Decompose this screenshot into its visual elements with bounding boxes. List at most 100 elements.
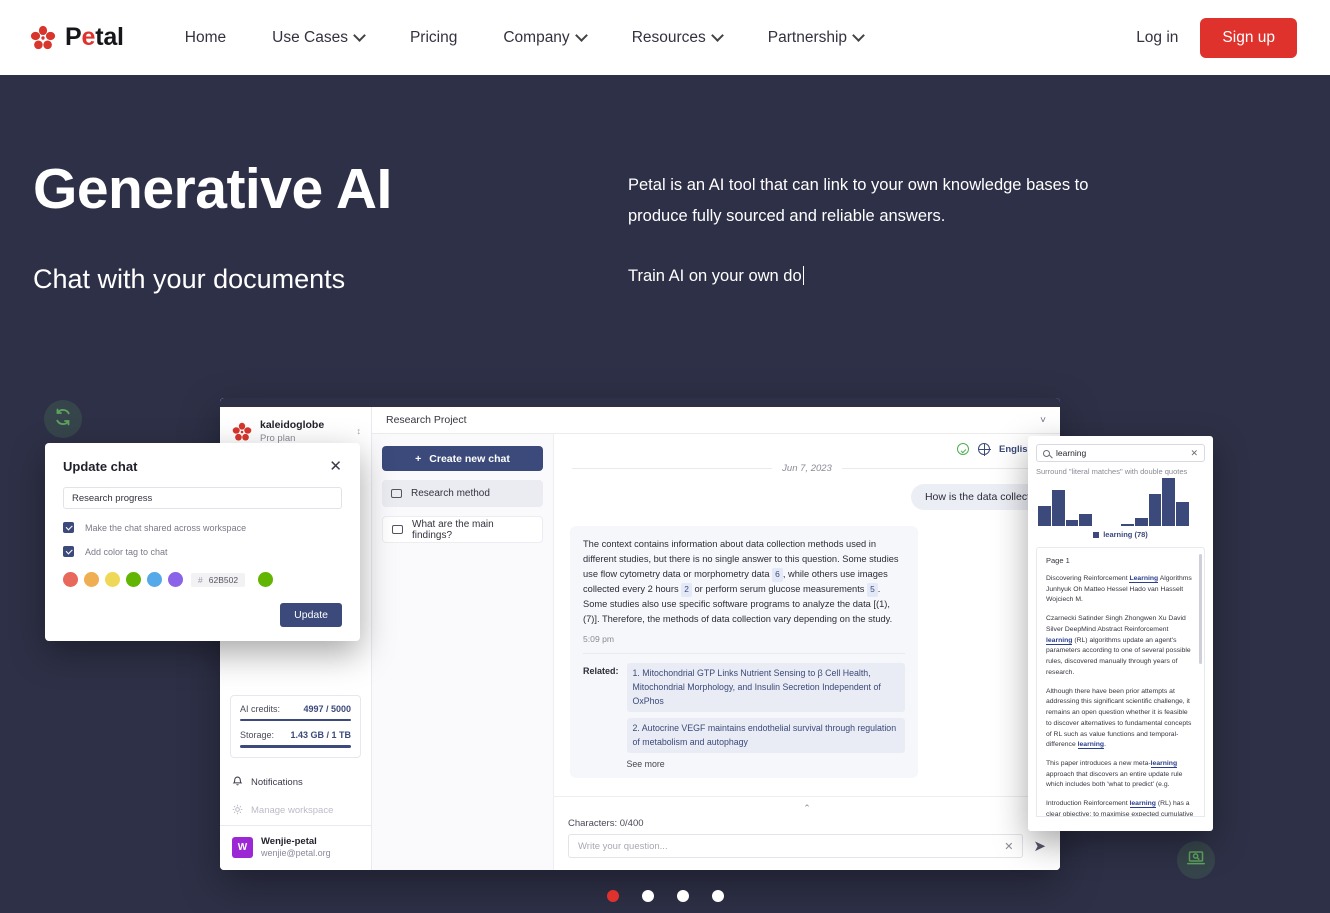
citation-2[interactable]: 2: [681, 583, 692, 597]
nav-item-use-cases[interactable]: Use Cases: [249, 21, 387, 55]
highlight-match: learning: [1046, 636, 1073, 645]
brand-e: e: [81, 23, 96, 51]
assistant-bubble: The context contains information about d…: [570, 526, 918, 779]
carousel-dot-1[interactable]: [606, 890, 619, 902]
app-body: + Create new chat Research method What a…: [372, 434, 1060, 870]
sidebar-item-manage-workspace[interactable]: Manage workspace: [220, 797, 371, 825]
question-input-placeholder: Write your question...: [578, 840, 668, 852]
chat-item-label: What are the main findings?: [412, 518, 494, 541]
hero-section: Generative AI Chat with your documents P…: [0, 75, 1330, 295]
see-more-link[interactable]: See more: [627, 759, 905, 769]
chat-bubble-icon: [391, 489, 402, 498]
close-icon[interactable]: ✕: [329, 459, 342, 474]
search-hint: Surround "literal matches" with double q…: [1036, 467, 1188, 476]
legend-swatch: [1093, 531, 1100, 538]
color-swatch-red[interactable]: [63, 572, 78, 587]
update-chat-dialog: Update chat ✕ Research progress Make the…: [45, 443, 360, 641]
project-bar[interactable]: Research Project ˅: [372, 407, 1060, 434]
brand-logo[interactable]: Petal: [30, 23, 124, 52]
color-tag-checkbox-row[interactable]: Add color tag to chat: [63, 546, 342, 557]
globe-icon[interactable]: [978, 443, 992, 456]
citation-6[interactable]: 6: [772, 568, 783, 582]
search-input[interactable]: learning ✕: [1036, 444, 1205, 462]
nav-item-partnership[interactable]: Partnership: [745, 21, 886, 55]
histogram-bar: [1038, 506, 1051, 526]
carousel-dot-2[interactable]: [641, 890, 654, 902]
scrollbar[interactable]: [1199, 554, 1202, 664]
carousel-dot-3[interactable]: [676, 890, 689, 902]
doc-paragraph: Although there have been prior attempts …: [1046, 687, 1195, 751]
brand-p: P: [65, 23, 82, 51]
dialog-header: Update chat ✕: [63, 459, 342, 474]
chevron-down-icon: [355, 31, 364, 40]
message-timestamp: 5:09 pm: [583, 634, 615, 645]
color-swatch-green[interactable]: [126, 572, 141, 587]
doc-text: approach that discovers an entire update…: [1046, 770, 1183, 789]
histogram-bar: [1162, 478, 1176, 526]
related-item[interactable]: 1. Mitochondrial GTP Links Nutrient Sens…: [626, 663, 905, 713]
petal-flower-icon: [30, 25, 56, 51]
chat-name-input[interactable]: Research progress: [63, 487, 342, 509]
create-new-chat-button[interactable]: + Create new chat: [382, 446, 543, 471]
chevron-updown-icon[interactable]: ↕: [357, 427, 362, 436]
chevron-up-icon[interactable]: ⌃: [568, 803, 1046, 813]
account-row[interactable]: W Wenjie-petal wenjie@petal.org: [220, 824, 371, 870]
chat-list-item-main-findings[interactable]: What are the main findings?: [382, 516, 543, 543]
document-search-panel: learning ✕ Surround "literal matches" wi…: [1028, 436, 1213, 831]
update-button[interactable]: Update: [280, 603, 342, 627]
color-swatch-yellow[interactable]: [105, 572, 120, 587]
hero-subtitle: Chat with your documents: [33, 263, 346, 294]
divider-line: [841, 468, 1042, 469]
nav-item-home[interactable]: Home: [162, 21, 249, 55]
user-message: How is the data collect: [554, 480, 1060, 510]
answer-seg-3: or perform serum glucose measurements: [694, 584, 865, 595]
carousel-dot-4[interactable]: [711, 890, 724, 902]
color-swatch-purple[interactable]: [168, 572, 183, 587]
page-label: Page 1: [1046, 556, 1070, 565]
doc-text: .: [1104, 741, 1106, 749]
app-main: Research Project ˅ + Create new chat Res…: [372, 398, 1060, 870]
date-divider: Jun 7, 2023: [554, 459, 1060, 480]
checkbox-checked-icon[interactable]: [63, 522, 74, 533]
color-swatch-blue[interactable]: [147, 572, 162, 587]
doc-text: Introduction Reinforcement: [1046, 800, 1130, 808]
usage-value: 4997 / 5000: [303, 703, 351, 714]
composer: ⌃ Characters: 0/400 Write your question.…: [554, 796, 1060, 870]
citation-5[interactable]: 5: [867, 583, 878, 597]
close-icon[interactable]: ✕: [1004, 840, 1013, 853]
search-icon: [1043, 449, 1050, 457]
signup-button[interactable]: Sign up: [1200, 17, 1297, 58]
nav-item-pricing[interactable]: Pricing: [387, 21, 480, 55]
checkbox-checked-icon[interactable]: [63, 546, 74, 557]
nav-label: Use Cases: [272, 28, 348, 46]
login-link[interactable]: Log in: [1122, 21, 1192, 55]
close-icon[interactable]: ✕: [1190, 448, 1198, 459]
nav-label: Pricing: [409, 28, 458, 46]
question-input[interactable]: Write your question... ✕: [568, 834, 1024, 858]
legend-label: learning (78): [1103, 530, 1148, 539]
sidebar-item-notifications[interactable]: Notifications: [220, 768, 371, 797]
chevron-down-icon[interactable]: ˅: [1040, 415, 1046, 426]
related-item[interactable]: 2. Autocrine VEGF maintains endothelial …: [626, 718, 905, 754]
chat-list-item-research-method[interactable]: Research method: [382, 480, 543, 507]
user-message-text: How is the data collect: [910, 484, 1044, 510]
nav-item-resources[interactable]: Resources: [609, 21, 745, 55]
hex-value: 62B502: [208, 574, 239, 585]
usage-label: AI credits:: [240, 703, 281, 714]
nav-links: Home Use Cases Pricing Company Resources…: [162, 21, 886, 55]
product-showcase: kaleidoglobe Pro plan ↕ AI credits: 4997…: [0, 388, 1330, 888]
histogram-bar: [1176, 502, 1190, 526]
color-swatch-orange[interactable]: [84, 572, 99, 587]
nav-item-company[interactable]: Company: [480, 21, 608, 55]
gear-icon: [232, 804, 243, 818]
hero-right: Petal is an AI tool that can link to you…: [628, 160, 1297, 295]
create-new-chat-label: Create new chat: [429, 452, 510, 465]
send-icon[interactable]: ➤: [1033, 837, 1046, 855]
usage-value: 1.43 GB / 1 TB: [290, 730, 351, 741]
hero-left: Generative AI Chat with your documents: [33, 159, 628, 295]
share-workspace-checkbox-row[interactable]: Make the chat shared across workspace: [63, 522, 342, 533]
document-preview[interactable]: Page 1 Discovering Reinforcement Learnin…: [1036, 547, 1205, 817]
doc-paragraph: Czarnecki Satinder Singh Zhongwen Xu Dav…: [1046, 614, 1195, 678]
hex-color-input[interactable]: # 62B502: [191, 572, 246, 587]
sidebar-item-label: Manage workspace: [251, 805, 334, 817]
